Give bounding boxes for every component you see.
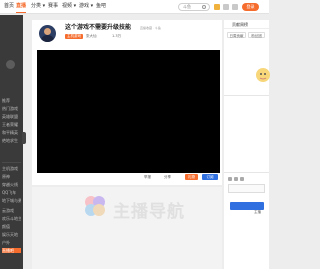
panel-divider xyxy=(224,95,269,96)
sidebar-item[interactable]: 穿越火线 xyxy=(2,182,21,187)
left-sidebar: 推荐 热门游戏 英雄联盟 王者荣耀 和平精英 绝地求生 主机游戏 原神 穿越火线… xyxy=(0,15,23,269)
gift-icon[interactable] xyxy=(234,177,238,181)
page-root: 首页 直播 分类 ▾ 赛事 视频 ▾ 游戏 ▾ 鱼吧 斗鱼 登录 推荐 热门游戏… xyxy=(0,0,270,269)
nav-events[interactable]: 赛事 xyxy=(48,3,58,10)
sidebar-divider xyxy=(2,162,21,163)
nav-home[interactable]: 首页 xyxy=(4,3,14,10)
live-room-panel: 这个游戏不需要升级技能 直播收藏 · 斗鱼 主机游戏 张大仙 1.3万 举报 分… xyxy=(32,20,222,185)
video-player[interactable] xyxy=(37,50,220,173)
right-panel: 贡献周榜 日周贡献 粉丝团 主播 xyxy=(224,20,270,269)
sidebar-item[interactable]: 娱乐天地 xyxy=(2,232,21,237)
empty-illustration xyxy=(256,68,270,82)
panel-divider xyxy=(224,172,269,173)
nav-fishbar[interactable]: 鱼吧 xyxy=(96,3,106,10)
watermark-text: 主播导航 xyxy=(113,202,185,222)
subscribe-button[interactable]: 订阅 xyxy=(202,174,218,180)
category-badge[interactable]: 主机游戏 xyxy=(65,34,83,39)
sidebar-item[interactable]: 云游戏 xyxy=(2,208,21,213)
nav-video[interactable]: 视频 ▾ xyxy=(62,3,76,10)
sidebar-item[interactable]: 地下城与勇士 xyxy=(2,198,21,203)
search-input[interactable]: 斗鱼 xyxy=(183,4,191,10)
download-icon[interactable] xyxy=(232,4,238,10)
chat-input[interactable] xyxy=(228,184,265,193)
login-tip: 主播 xyxy=(254,210,261,214)
sidebar-item[interactable]: 热门游戏 xyxy=(2,106,21,111)
report-link[interactable]: 举报 xyxy=(144,175,151,180)
sidebar-item[interactable]: 颜值 xyxy=(2,224,21,229)
rank-title: 贡献周榜 xyxy=(232,22,248,27)
sidebar-item-highlight[interactable]: 直播吧 xyxy=(2,248,21,253)
sidebar-item[interactable]: 英雄联盟 xyxy=(2,114,21,119)
rank-header: 贡献周榜 xyxy=(224,20,269,29)
nav-live[interactable]: 直播 xyxy=(16,3,27,13)
top-nav-bar: 首页 直播 分类 ▾ 赛事 视频 ▾ 游戏 ▾ 鱼吧 斗鱼 登录 xyxy=(0,0,269,14)
send-button[interactable] xyxy=(230,202,264,210)
tab-fans[interactable]: 粉丝团 xyxy=(248,32,265,38)
follow-count: 1.3万 xyxy=(112,34,122,38)
sidebar-collapse-handle[interactable] xyxy=(22,132,26,144)
nav-games[interactable]: 游戏 ▾ xyxy=(79,3,93,10)
sidebar-item[interactable]: 户外 xyxy=(2,240,21,245)
room-tag[interactable]: 直播收藏 · 斗鱼 xyxy=(140,26,161,31)
share-link[interactable]: 分享 xyxy=(164,175,171,180)
search-box[interactable]: 斗鱼 xyxy=(178,3,210,11)
streamer-avatar[interactable] xyxy=(39,25,56,42)
search-icon[interactable] xyxy=(202,5,206,9)
sidebar-item[interactable]: QQ飞车 xyxy=(2,190,21,195)
streamer-name[interactable]: 张大仙 xyxy=(86,34,97,39)
coin-icon[interactable] xyxy=(214,4,220,10)
sidebar-item[interactable]: 王者荣耀 xyxy=(2,122,21,127)
sidebar-item[interactable]: 推荐 xyxy=(2,98,21,103)
emoji-icon[interactable] xyxy=(228,177,232,181)
tab-contribution[interactable]: 日周贡献 xyxy=(227,32,246,38)
avatar-body xyxy=(41,35,54,42)
sidebar-item[interactable]: 主机游戏 xyxy=(2,166,21,171)
user-avatar[interactable] xyxy=(6,60,15,69)
login-button[interactable]: 登录 xyxy=(242,3,259,11)
sidebar-item[interactable]: 和平精英 xyxy=(2,130,21,135)
room-title: 这个游戏不需要升级技能 xyxy=(65,24,132,31)
sidebar-item[interactable]: 原神 xyxy=(2,174,21,179)
gift-button[interactable]: 礼物 xyxy=(185,174,198,180)
sidebar-item[interactable]: 欢乐斗地主 xyxy=(2,216,21,221)
sidebar-item[interactable]: 绝地求生 xyxy=(2,138,21,143)
watermark-logo xyxy=(85,196,105,216)
avatar-face xyxy=(44,28,51,35)
nav-category[interactable]: 分类 ▾ xyxy=(31,3,45,10)
history-icon[interactable] xyxy=(223,4,229,10)
barrage-icon[interactable] xyxy=(240,177,244,181)
